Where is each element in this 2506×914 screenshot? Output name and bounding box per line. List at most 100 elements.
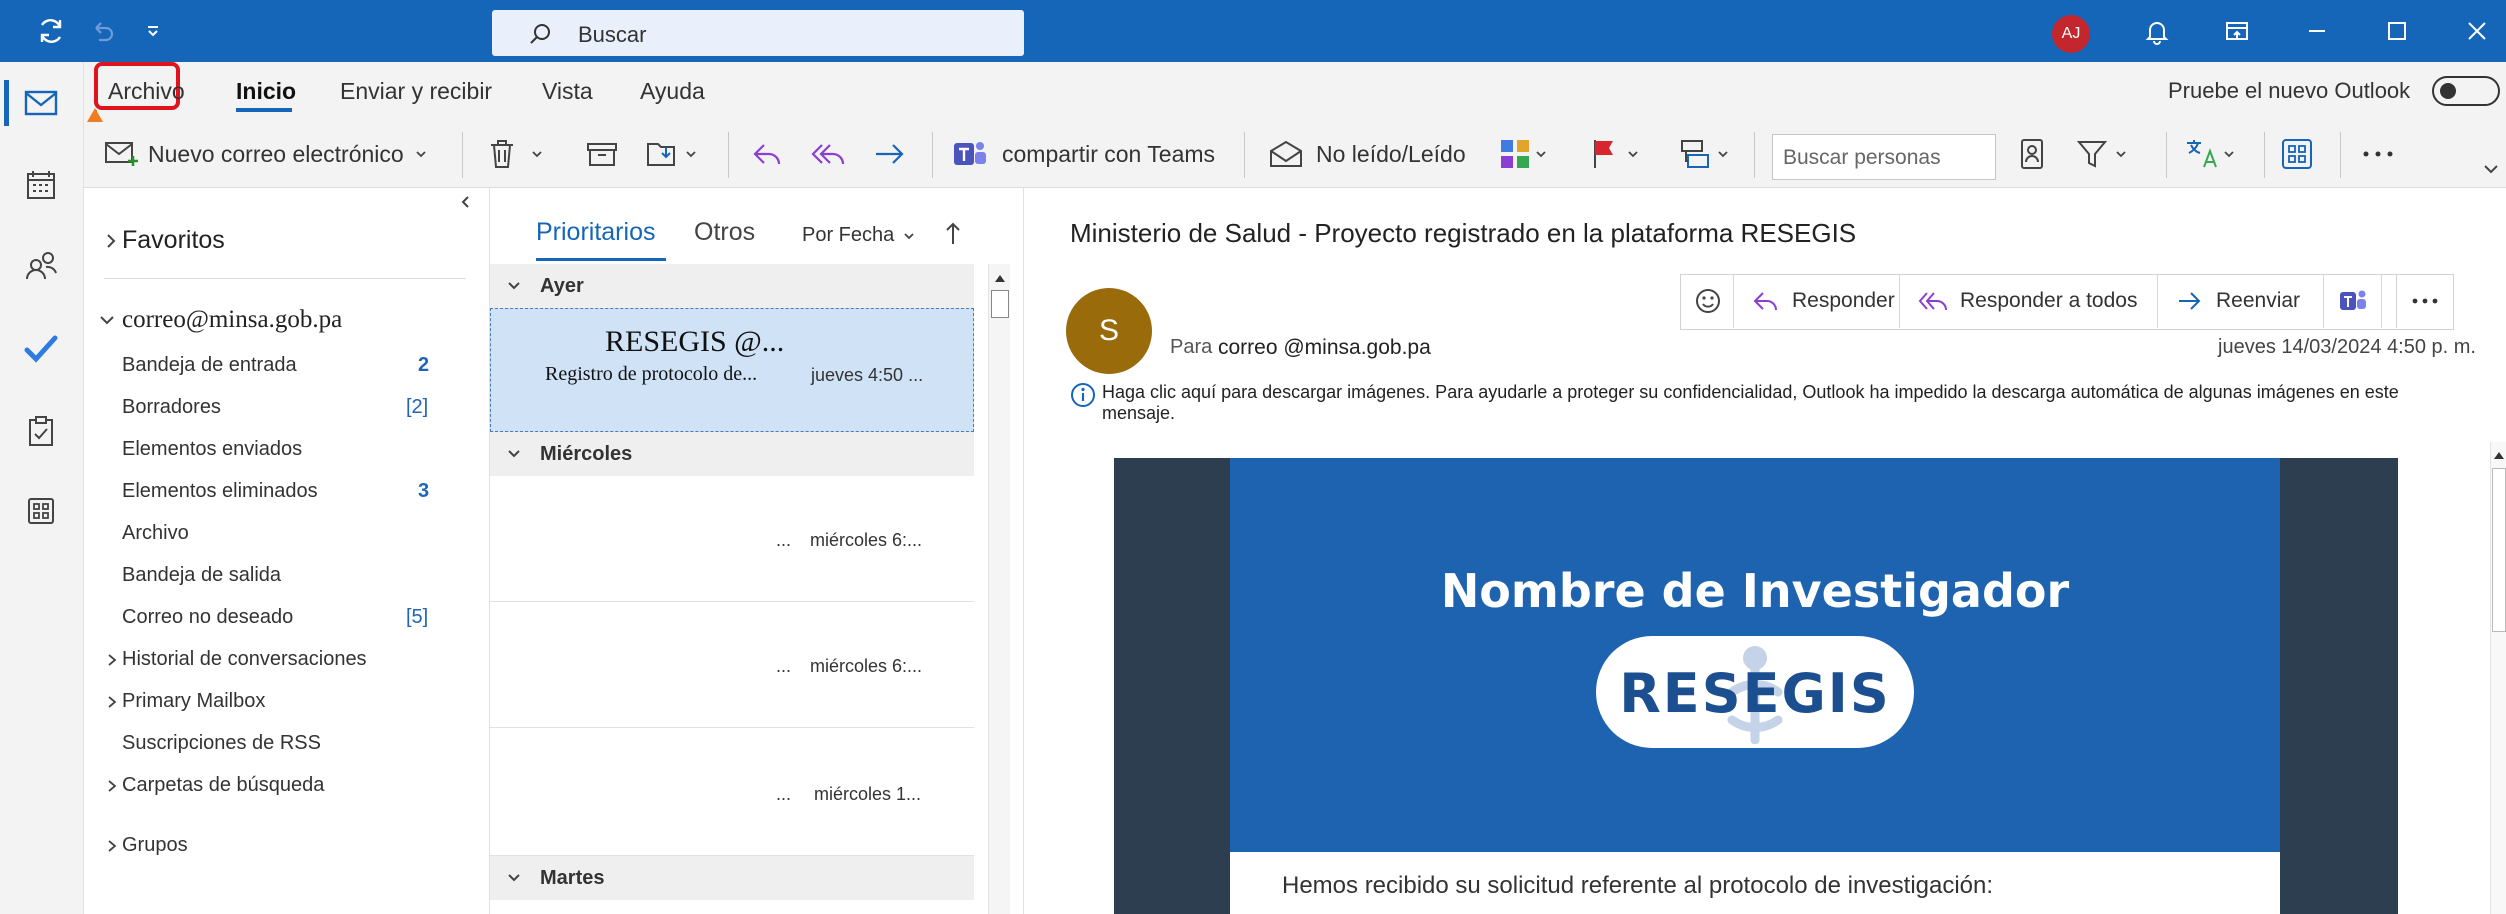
annotation-arrow-head — [87, 108, 103, 122]
forward-action-button[interactable]: Reenviar — [2158, 274, 2324, 328]
sort-by-date-dropdown[interactable]: Por Fecha — [802, 224, 916, 247]
message-item[interactable]: ... miércoles 6:... — [490, 476, 974, 602]
scroll-thumb[interactable] — [991, 290, 1009, 318]
flag-button[interactable] — [1590, 132, 1640, 176]
search-icon — [530, 24, 550, 44]
folder-item-inbox[interactable]: Bandeja de entrada — [122, 354, 297, 377]
folder-item-deleted[interactable]: Elementos eliminados — [122, 480, 318, 503]
message-sender: ... — [776, 784, 792, 804]
new-email-button[interactable]: Nuevo correo electrónico — [104, 132, 428, 176]
folder-item-conversation-history[interactable]: Historial de conversaciones — [106, 648, 367, 671]
forward-icon — [2179, 292, 2201, 310]
folder-item-search-folders[interactable]: Carpetas de búsqueda — [106, 774, 324, 797]
share-teams-button[interactable]: compartir con Teams — [952, 132, 1215, 176]
folder-item-drafts[interactable]: Borradores — [122, 396, 221, 419]
address-book-icon — [2021, 139, 2043, 169]
tab-ayuda[interactable]: Ayuda — [640, 78, 705, 105]
translate-button[interactable] — [2184, 132, 2236, 176]
account-header[interactable]: correo@minsa.gob.pa — [98, 306, 342, 334]
categorize-icon — [1501, 140, 1529, 168]
tasks-icon[interactable] — [16, 406, 66, 456]
reactions-button[interactable] — [1682, 274, 1734, 328]
sync-icon[interactable] — [28, 8, 74, 54]
ribbon-collapse-chevron-icon[interactable] — [2482, 160, 2500, 178]
message-time: miércoles 6:... — [810, 656, 923, 676]
chevron-down-icon — [1536, 151, 1546, 158]
message-list: Prioritarios Otros Por Fecha Ayer RESEGI… — [490, 188, 1024, 914]
group-header-ayer[interactable]: Ayer — [490, 264, 974, 308]
tab-vista[interactable]: Vista — [542, 78, 593, 105]
archive-button[interactable] — [586, 132, 618, 176]
tab-archivo[interactable]: Archivo — [108, 78, 185, 105]
more-actions-button[interactable] — [2396, 274, 2452, 328]
favorites-header[interactable]: Favoritos — [104, 226, 225, 255]
unread-read-button[interactable]: No leído/Leído — [1268, 132, 1466, 176]
reading-pane-scrollbar[interactable] — [2490, 442, 2506, 914]
undo-icon[interactable] — [80, 8, 126, 54]
tab-other[interactable]: Otros — [694, 218, 755, 247]
todo-icon[interactable] — [16, 324, 66, 374]
ribbon-display-options-icon[interactable] — [2214, 8, 2260, 54]
quick-access-dropdown-icon[interactable] — [130, 8, 176, 54]
active-app-indicator — [4, 80, 9, 126]
move-folder-icon — [647, 143, 675, 166]
forward-button[interactable] — [872, 132, 908, 176]
folder-item-archive[interactable]: Archivo — [122, 522, 189, 545]
filter-button[interactable] — [2076, 132, 2128, 176]
download-images-notice[interactable]: Haga clic aquí para descargar imágenes. … — [1102, 382, 2462, 424]
rules-button[interactable] — [1678, 132, 1730, 176]
search-box[interactable]: Buscar — [492, 10, 1024, 56]
reply-all-button[interactable] — [810, 132, 848, 176]
more-commands-button[interactable] — [2360, 132, 2396, 176]
reply-icon — [753, 144, 781, 165]
tab-enviar-y-recibir[interactable]: Enviar y recibir — [340, 78, 492, 105]
user-avatar[interactable]: AJ — [2052, 15, 2090, 53]
collapse-pane-chevron-icon[interactable] — [458, 194, 474, 210]
folder-item-rss[interactable]: Suscripciones de RSS — [122, 732, 321, 755]
new-outlook-toggle[interactable] — [2432, 76, 2500, 106]
folder-item-junk[interactable]: Correo no deseado — [122, 606, 293, 629]
move-button[interactable] — [646, 132, 698, 176]
reply-action-button[interactable]: Responder — [1734, 274, 1900, 328]
active-tab-underline — [236, 108, 292, 112]
minimize-icon[interactable] — [2294, 8, 2340, 54]
scroll-up-icon[interactable] — [993, 272, 1007, 284]
message-item-selected[interactable]: RESEGIS @... Registro de protocolo de...… — [490, 308, 974, 432]
resegis-logo: RESEGIS — [1596, 636, 1914, 748]
mail-icon[interactable] — [16, 78, 66, 128]
folder-item-primary-mailbox[interactable]: Primary Mailbox — [106, 690, 265, 713]
address-book-button[interactable] — [2018, 132, 2046, 176]
message-item[interactable]: ... miércoles 6:... — [490, 602, 974, 728]
reply-button[interactable] — [750, 132, 786, 176]
more-apps-icon[interactable] — [16, 486, 66, 536]
tab-focused[interactable]: Prioritarios — [536, 218, 655, 247]
folder-item-groups[interactable]: Grupos — [106, 834, 188, 857]
delete-button[interactable] — [488, 132, 544, 176]
unread-read-label: No leído/Leído — [1316, 140, 1466, 167]
calendar-icon[interactable] — [16, 160, 66, 210]
notifications-bell-icon[interactable] — [2134, 8, 2180, 54]
folder-count-deleted: 3 — [418, 480, 430, 502]
folder-item-sent[interactable]: Elementos enviados — [122, 438, 302, 461]
tab-inicio[interactable]: Inicio — [236, 78, 296, 105]
sender-avatar: S — [1066, 288, 1152, 374]
teams-action-button[interactable] — [2324, 274, 2382, 328]
sort-direction-icon[interactable] — [944, 220, 962, 246]
categorize-button[interactable] — [1498, 132, 1548, 176]
scroll-thumb[interactable] — [2492, 468, 2506, 632]
people-icon[interactable] — [16, 240, 66, 290]
search-people-input[interactable]: Buscar personas — [1772, 134, 1996, 180]
message-item[interactable]: ... miércoles 1... — [490, 728, 974, 856]
scroll-up-icon[interactable] — [2493, 450, 2505, 460]
group-header-miercoles[interactable]: Miércoles — [490, 432, 974, 476]
group-header-martes[interactable]: Martes — [490, 856, 974, 900]
chevron-down-icon — [686, 151, 696, 158]
apps-button[interactable] — [2280, 132, 2314, 176]
share-teams-label: compartir con Teams — [1002, 140, 1216, 167]
folder-item-outbox[interactable]: Bandeja de salida — [122, 564, 281, 587]
message-list-scrollbar[interactable] — [988, 264, 1010, 914]
to-label: Para — [1170, 336, 1213, 358]
maximize-icon[interactable] — [2374, 8, 2420, 54]
close-icon[interactable] — [2454, 8, 2500, 54]
reply-all-action-button[interactable]: Responder a todos — [1900, 274, 2158, 328]
